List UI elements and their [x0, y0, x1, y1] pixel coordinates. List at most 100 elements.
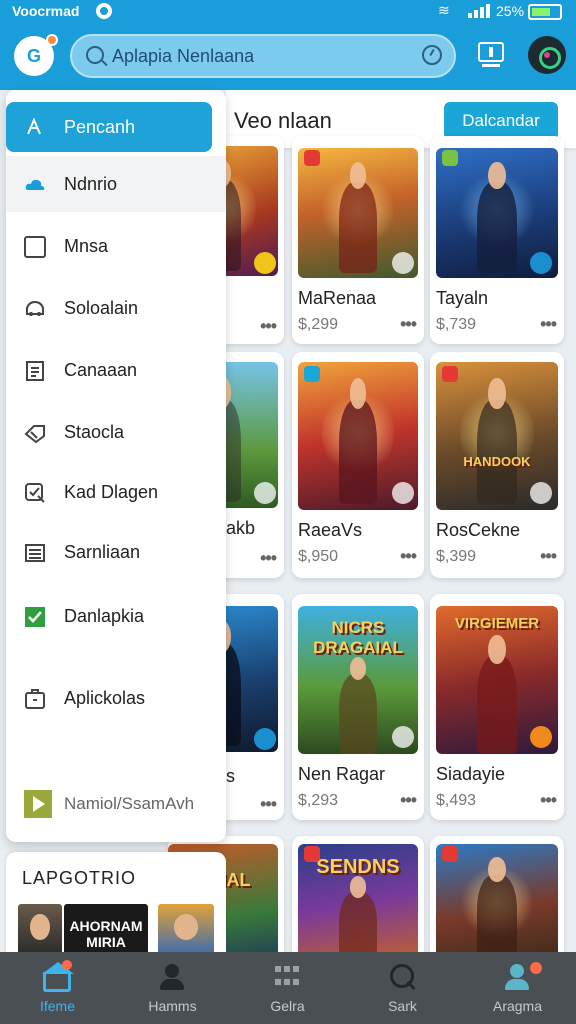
game-title: Nen Ragar	[298, 764, 386, 784]
list-icon	[24, 542, 46, 564]
bottom-navigation: Ifeme Hamms Gelra Sark Aragma	[0, 952, 576, 1024]
page-title: Veo nlaan	[234, 108, 332, 133]
badge-check-icon	[24, 482, 46, 504]
category-thumb[interactable]: AHORNAM MIRIA	[64, 904, 148, 956]
nav-label: Ifeme	[39, 998, 75, 1014]
nav-label: Hamms	[148, 998, 197, 1014]
drawer-item-label: Aplickolas	[64, 688, 146, 708]
drawer-item[interactable]: Staocla	[6, 404, 226, 460]
drawer-item[interactable]: Soloalain	[6, 280, 226, 336]
game-card[interactable]: Tayaln $,739 •••	[430, 136, 564, 344]
game-card[interactable]: NICRS DRAGAIAL Nen Ragar $,293 •••	[292, 594, 424, 820]
drawer-item-label: Mnsa	[64, 236, 109, 256]
grid-icon	[273, 964, 301, 990]
game-title: RaeaVs	[298, 520, 363, 540]
search-icon	[86, 46, 104, 64]
battery-percent: 25%	[496, 3, 525, 19]
drawer-item[interactable]: Mnsa	[6, 218, 226, 274]
more-options-icon[interactable]: •••	[400, 546, 417, 567]
app-logo[interactable]: G	[14, 34, 58, 76]
category-thumb-text: AHORNAM MIRIA	[69, 918, 143, 950]
nav-label: Aragma	[492, 998, 543, 1014]
nav-home[interactable]: Ifeme	[0, 952, 115, 1024]
game-card[interactable]: VIRGIEMER Siadayie $,493 •••	[430, 594, 564, 820]
cloud-icon	[24, 174, 46, 196]
category-panel: LAPGOTRIO AHORNAM MIRIA	[6, 852, 226, 962]
category-thumb[interactable]	[158, 904, 214, 956]
more-options-icon[interactable]: •••	[540, 314, 557, 335]
nav-label: Gelra	[270, 998, 305, 1014]
more-options-icon[interactable]: •••	[260, 316, 277, 337]
game-title: Tayaln	[436, 288, 489, 308]
game-badge-icon[interactable]	[530, 726, 552, 748]
drawer-item-label: Pencanh	[64, 117, 136, 137]
drawer-item-label: Sarnliaan	[64, 542, 141, 562]
drawer-item-label: Ndnrio	[64, 174, 118, 194]
drawer-item-label: Canaaan	[64, 360, 138, 380]
nav-grid[interactable]: Gelra	[230, 952, 345, 1024]
drawer-item-label: Kad Dlagen	[64, 482, 159, 502]
game-price: $,739	[436, 316, 477, 333]
more-options-icon[interactable]: •••	[400, 790, 417, 811]
game-badge-icon[interactable]	[530, 252, 552, 274]
carrier-label: Voocrmad	[12, 3, 80, 19]
drawer-item[interactable]: Kad Dlagen	[6, 464, 226, 520]
game-price: $,399	[436, 548, 477, 565]
nav-account[interactable]: Aragma	[460, 952, 575, 1024]
drawer-item[interactable]: Sarnliaan	[6, 524, 226, 580]
more-options-icon[interactable]: •••	[260, 794, 277, 815]
game-art-title: VIRGIEMER	[454, 614, 540, 632]
voice-search-icon[interactable]	[422, 45, 442, 65]
drawer-item[interactable]: Aplickolas	[6, 670, 226, 726]
sale-badge-icon	[304, 150, 320, 166]
game-card[interactable]	[430, 836, 564, 966]
nav-search[interactable]: Sark	[345, 952, 460, 1024]
game-price: $,293	[298, 792, 339, 809]
car-icon	[24, 298, 46, 320]
search-bar[interactable]	[70, 34, 456, 78]
drawer-item[interactable]: Danlapkia	[6, 588, 226, 644]
game-badge-icon[interactable]	[254, 482, 276, 504]
game-badge-icon[interactable]	[254, 252, 276, 274]
more-options-icon[interactable]: •••	[400, 314, 417, 335]
drawer-item[interactable]: Namiol/SsamAvh	[6, 776, 226, 832]
sale-badge-icon	[442, 150, 458, 166]
logo-letter: G	[26, 46, 41, 66]
notification-badge	[62, 960, 72, 970]
logo-badge	[46, 34, 58, 46]
more-options-icon[interactable]: •••	[540, 546, 557, 567]
game-badge-icon[interactable]	[392, 726, 414, 748]
check-box-icon	[24, 606, 46, 628]
game-art-title: NICRS DRAGAIAL	[313, 617, 403, 657]
game-title: s	[226, 766, 235, 786]
drawer-item-label: Staocla	[64, 422, 125, 442]
game-badge-icon[interactable]	[392, 482, 414, 504]
avatar[interactable]	[528, 36, 566, 74]
drawer-item[interactable]: Ndnrio	[6, 156, 226, 212]
game-card[interactable]: MaRenaa $,299 •••	[292, 136, 424, 344]
briefcase-icon	[24, 688, 46, 710]
battery-icon	[528, 4, 562, 20]
game-badge-icon[interactable]	[530, 482, 552, 504]
sale-badge-icon	[304, 846, 320, 862]
game-badge-icon[interactable]	[392, 252, 414, 274]
status-bar: Voocrmad ≋ 25%	[0, 0, 576, 24]
game-title: akb	[226, 518, 256, 538]
search-input[interactable]	[112, 44, 412, 68]
game-title: RosCekne	[436, 520, 521, 540]
game-card[interactable]: SENDNS	[292, 836, 424, 966]
category-thumb[interactable]	[18, 904, 62, 956]
game-title: MaRenaa	[298, 288, 377, 308]
more-options-icon[interactable]: •••	[540, 790, 557, 811]
more-options-icon[interactable]: •••	[260, 548, 277, 569]
game-badge-icon[interactable]	[254, 728, 276, 750]
game-card[interactable]: HANDOOK RosCekne $,399 •••	[430, 352, 564, 578]
nav-profile[interactable]: Hamms	[115, 952, 230, 1024]
drawer-item[interactable]: Canaaan	[6, 342, 226, 398]
download-button[interactable]: Dalcandar	[444, 102, 558, 140]
device-icon[interactable]	[476, 40, 506, 68]
drawer-item-label: Soloalain	[64, 298, 139, 318]
cursor-icon	[24, 116, 46, 138]
game-card[interactable]: RaeaVs $,950 •••	[292, 352, 424, 578]
drawer-item-active[interactable]: Pencanh	[6, 102, 212, 152]
